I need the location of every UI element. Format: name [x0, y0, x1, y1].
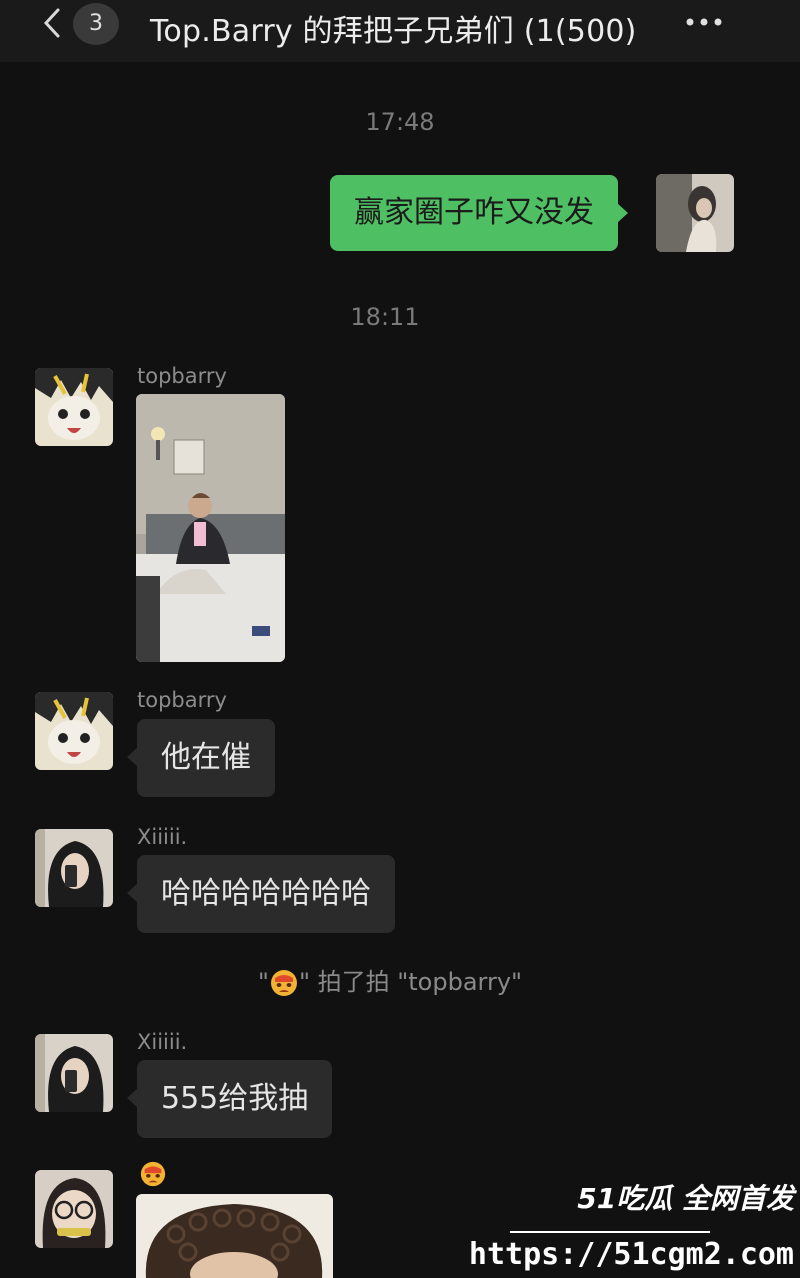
shared-photo[interactable] [136, 394, 285, 662]
shared-photo[interactable] [136, 1194, 333, 1278]
site-watermark: 51吃瓜 全网首发 https://51cgm2.com [469, 1173, 800, 1278]
watermark-brand: 51吃瓜 全网首发 [577, 1182, 794, 1215]
timestamp: 18:11 [350, 303, 420, 331]
watermark-url: https://51cgm2.com [468, 1237, 794, 1272]
pat-system-notice: " " 拍了拍 "topbarry" [257, 968, 523, 996]
message-bubble[interactable]: 555给我抽 [126, 1060, 333, 1138]
cartoon-avatar-image [35, 368, 113, 446]
unread-count-badge[interactable]: 3 [73, 3, 119, 45]
message-bubble[interactable]: 哈哈哈哈哈哈哈 [127, 855, 395, 933]
crying-face-emoji-icon [270, 970, 297, 996]
sender-avatar-xiiiii[interactable] [35, 829, 113, 907]
timestamp: 17:48 [365, 108, 435, 136]
sender-name: topbarry [137, 688, 227, 712]
my-avatar[interactable] [656, 174, 734, 252]
chat-title[interactable]: Top.Barry 的拜把子兄弟们 (1(500) [150, 6, 637, 50]
photo-curly-hair-image [136, 1194, 333, 1278]
sender-avatar-topbarry[interactable] [35, 368, 113, 446]
message-bubble-mine[interactable]: 赢家圈子咋又没发 [330, 175, 628, 251]
chevron-left-icon[interactable] [38, 8, 68, 38]
photo-bedroom-image [136, 394, 285, 662]
sender-name: topbarry [137, 364, 227, 388]
message-bubble[interactable]: 他在催 [127, 719, 275, 797]
chat-header: 3 Top.Barry 的拜把子兄弟们 (1(500) [0, 0, 800, 62]
group-name: Top.Barry 的拜把子兄弟们 (1 [150, 14, 555, 49]
cartoon-avatar-image [35, 692, 113, 770]
sender-avatar-xiiiii[interactable] [35, 1034, 113, 1112]
sender-avatar-topbarry[interactable] [35, 692, 113, 770]
sender-name: Xiiiii. [137, 1030, 188, 1054]
crying-face-emoji-icon [140, 1161, 166, 1187]
member-count: (500) [554, 14, 637, 49]
more-dots-icon[interactable] [680, 10, 728, 34]
avatar-image [656, 174, 734, 252]
watermark-divider [510, 1231, 710, 1233]
sender-avatar[interactable] [35, 1170, 113, 1248]
selfie-avatar-image [35, 1034, 113, 1112]
glasses-avatar-image [35, 1170, 113, 1248]
selfie-avatar-image [35, 829, 113, 907]
sender-name: Xiiiii. [137, 825, 188, 849]
